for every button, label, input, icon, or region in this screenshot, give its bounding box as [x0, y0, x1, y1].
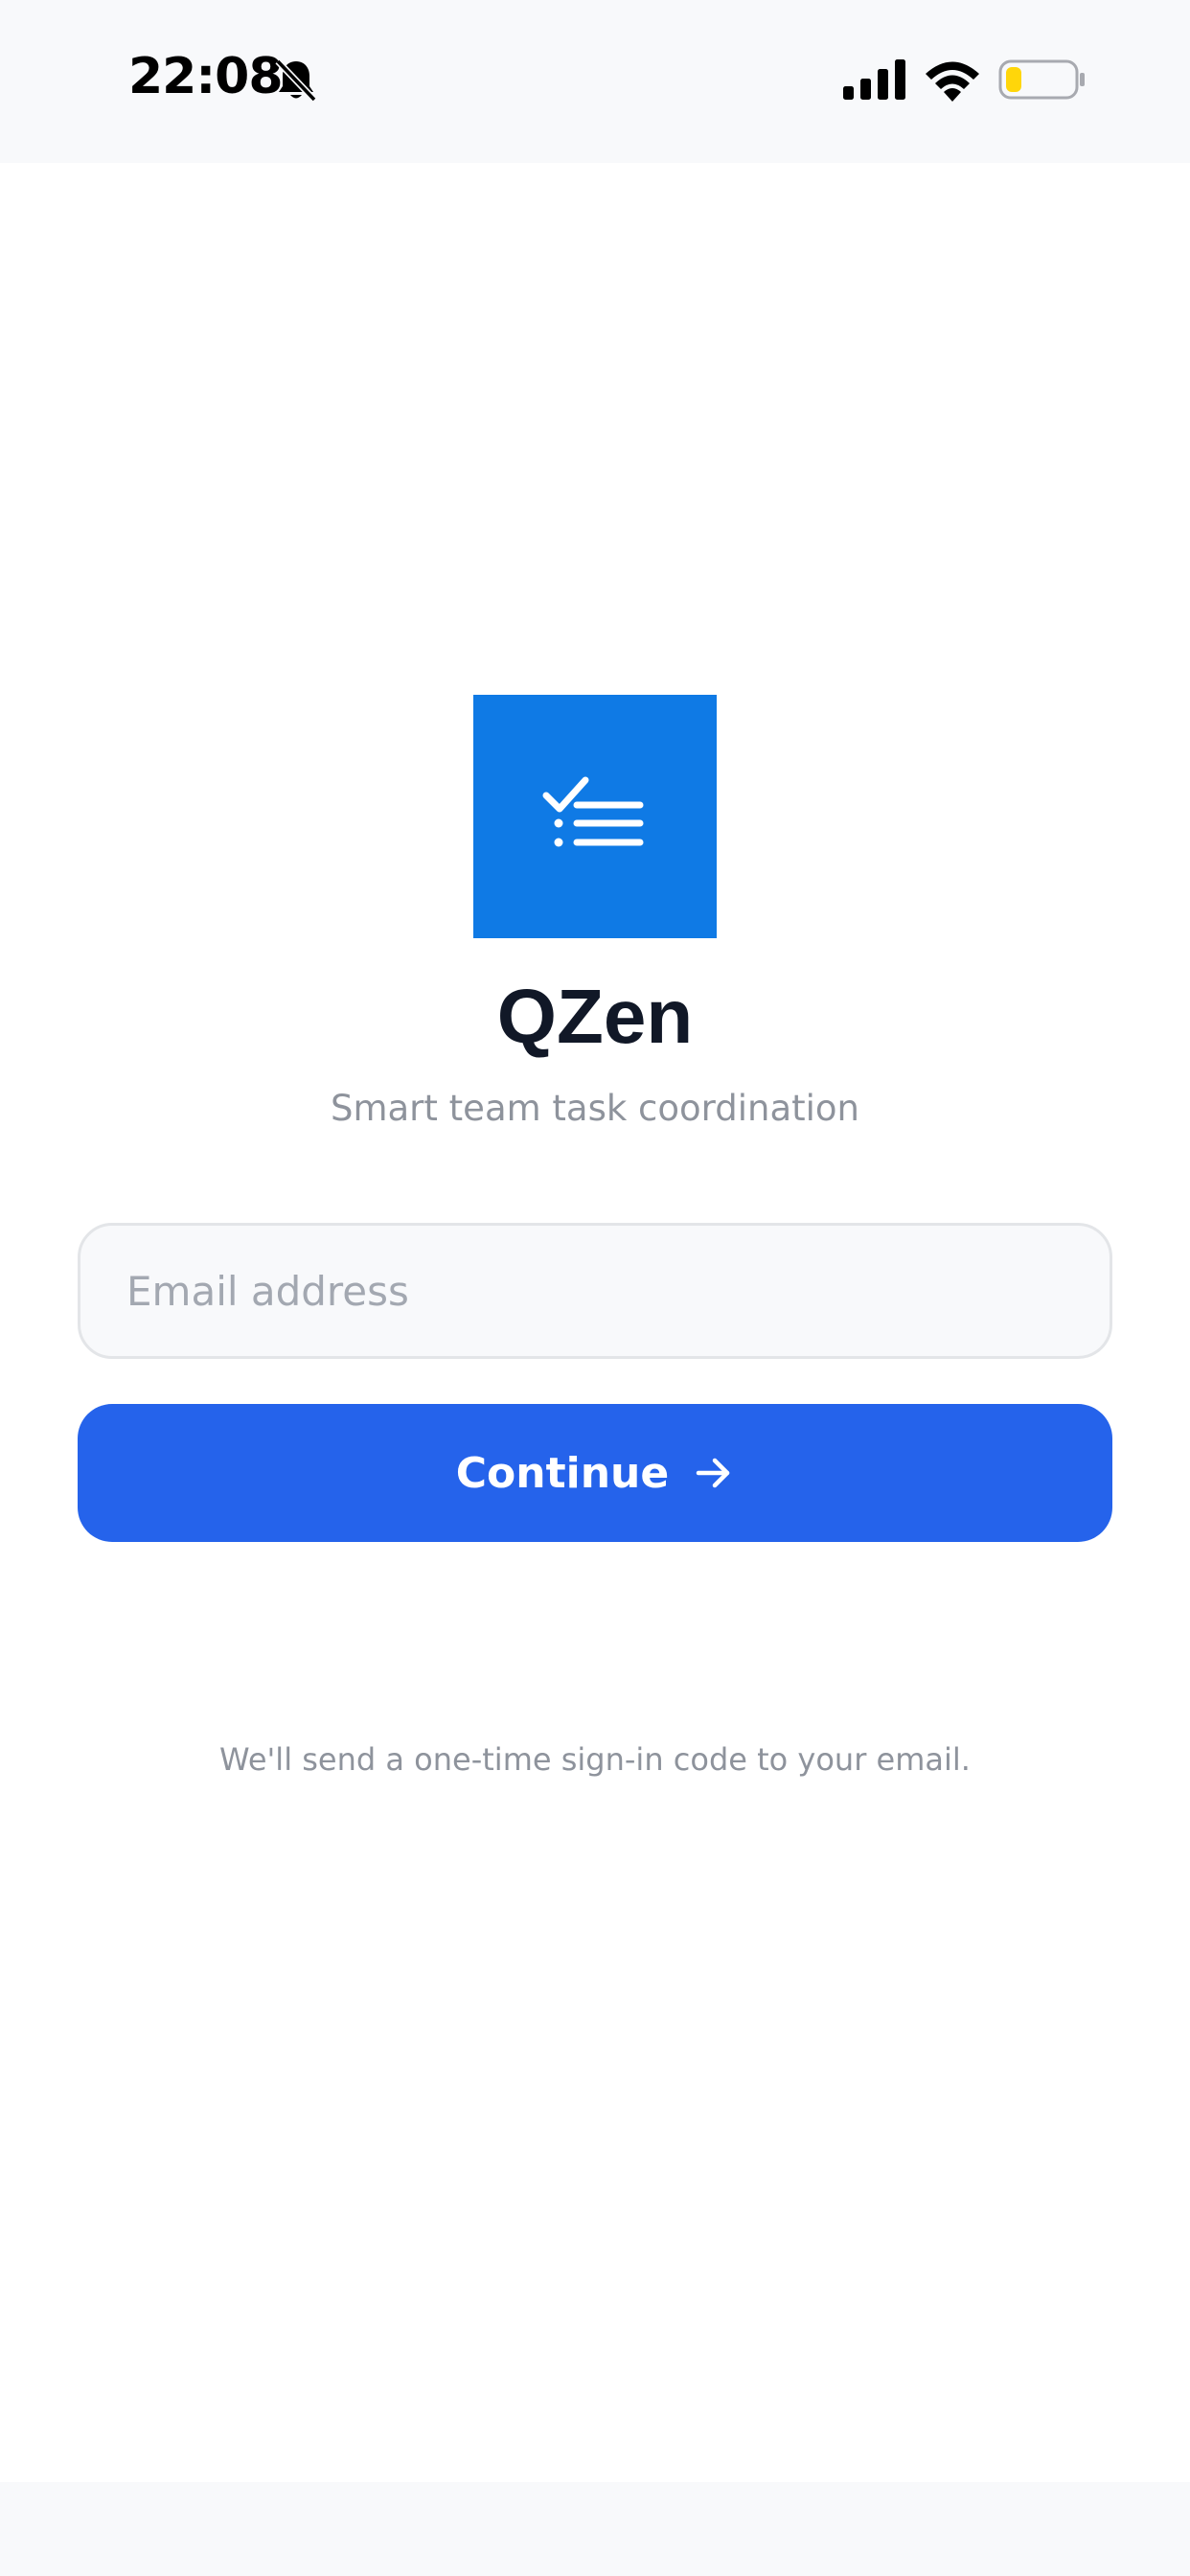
home-indicator-area	[0, 2482, 1190, 2576]
app-logo	[473, 695, 717, 938]
checklist-icon	[542, 776, 644, 847]
continue-button[interactable]: Continue	[78, 1404, 1112, 1542]
app-name: QZen	[496, 974, 694, 1059]
bell-slash-icon	[275, 58, 317, 103]
battery-icon	[998, 59, 1085, 100]
status-bar: 22:08	[0, 0, 1190, 163]
arrow-right-icon	[696, 1458, 730, 1488]
cellular-signal-icon	[843, 59, 905, 100]
helper-text: We'll send a one-time sign-in code to yo…	[219, 1741, 971, 1778]
wifi-icon	[926, 61, 979, 102]
continue-label: Continue	[455, 1448, 670, 1498]
email-input[interactable]	[78, 1223, 1112, 1359]
status-time: 22:08	[128, 48, 284, 105]
app-tagline: Smart team task coordination	[330, 1088, 860, 1129]
